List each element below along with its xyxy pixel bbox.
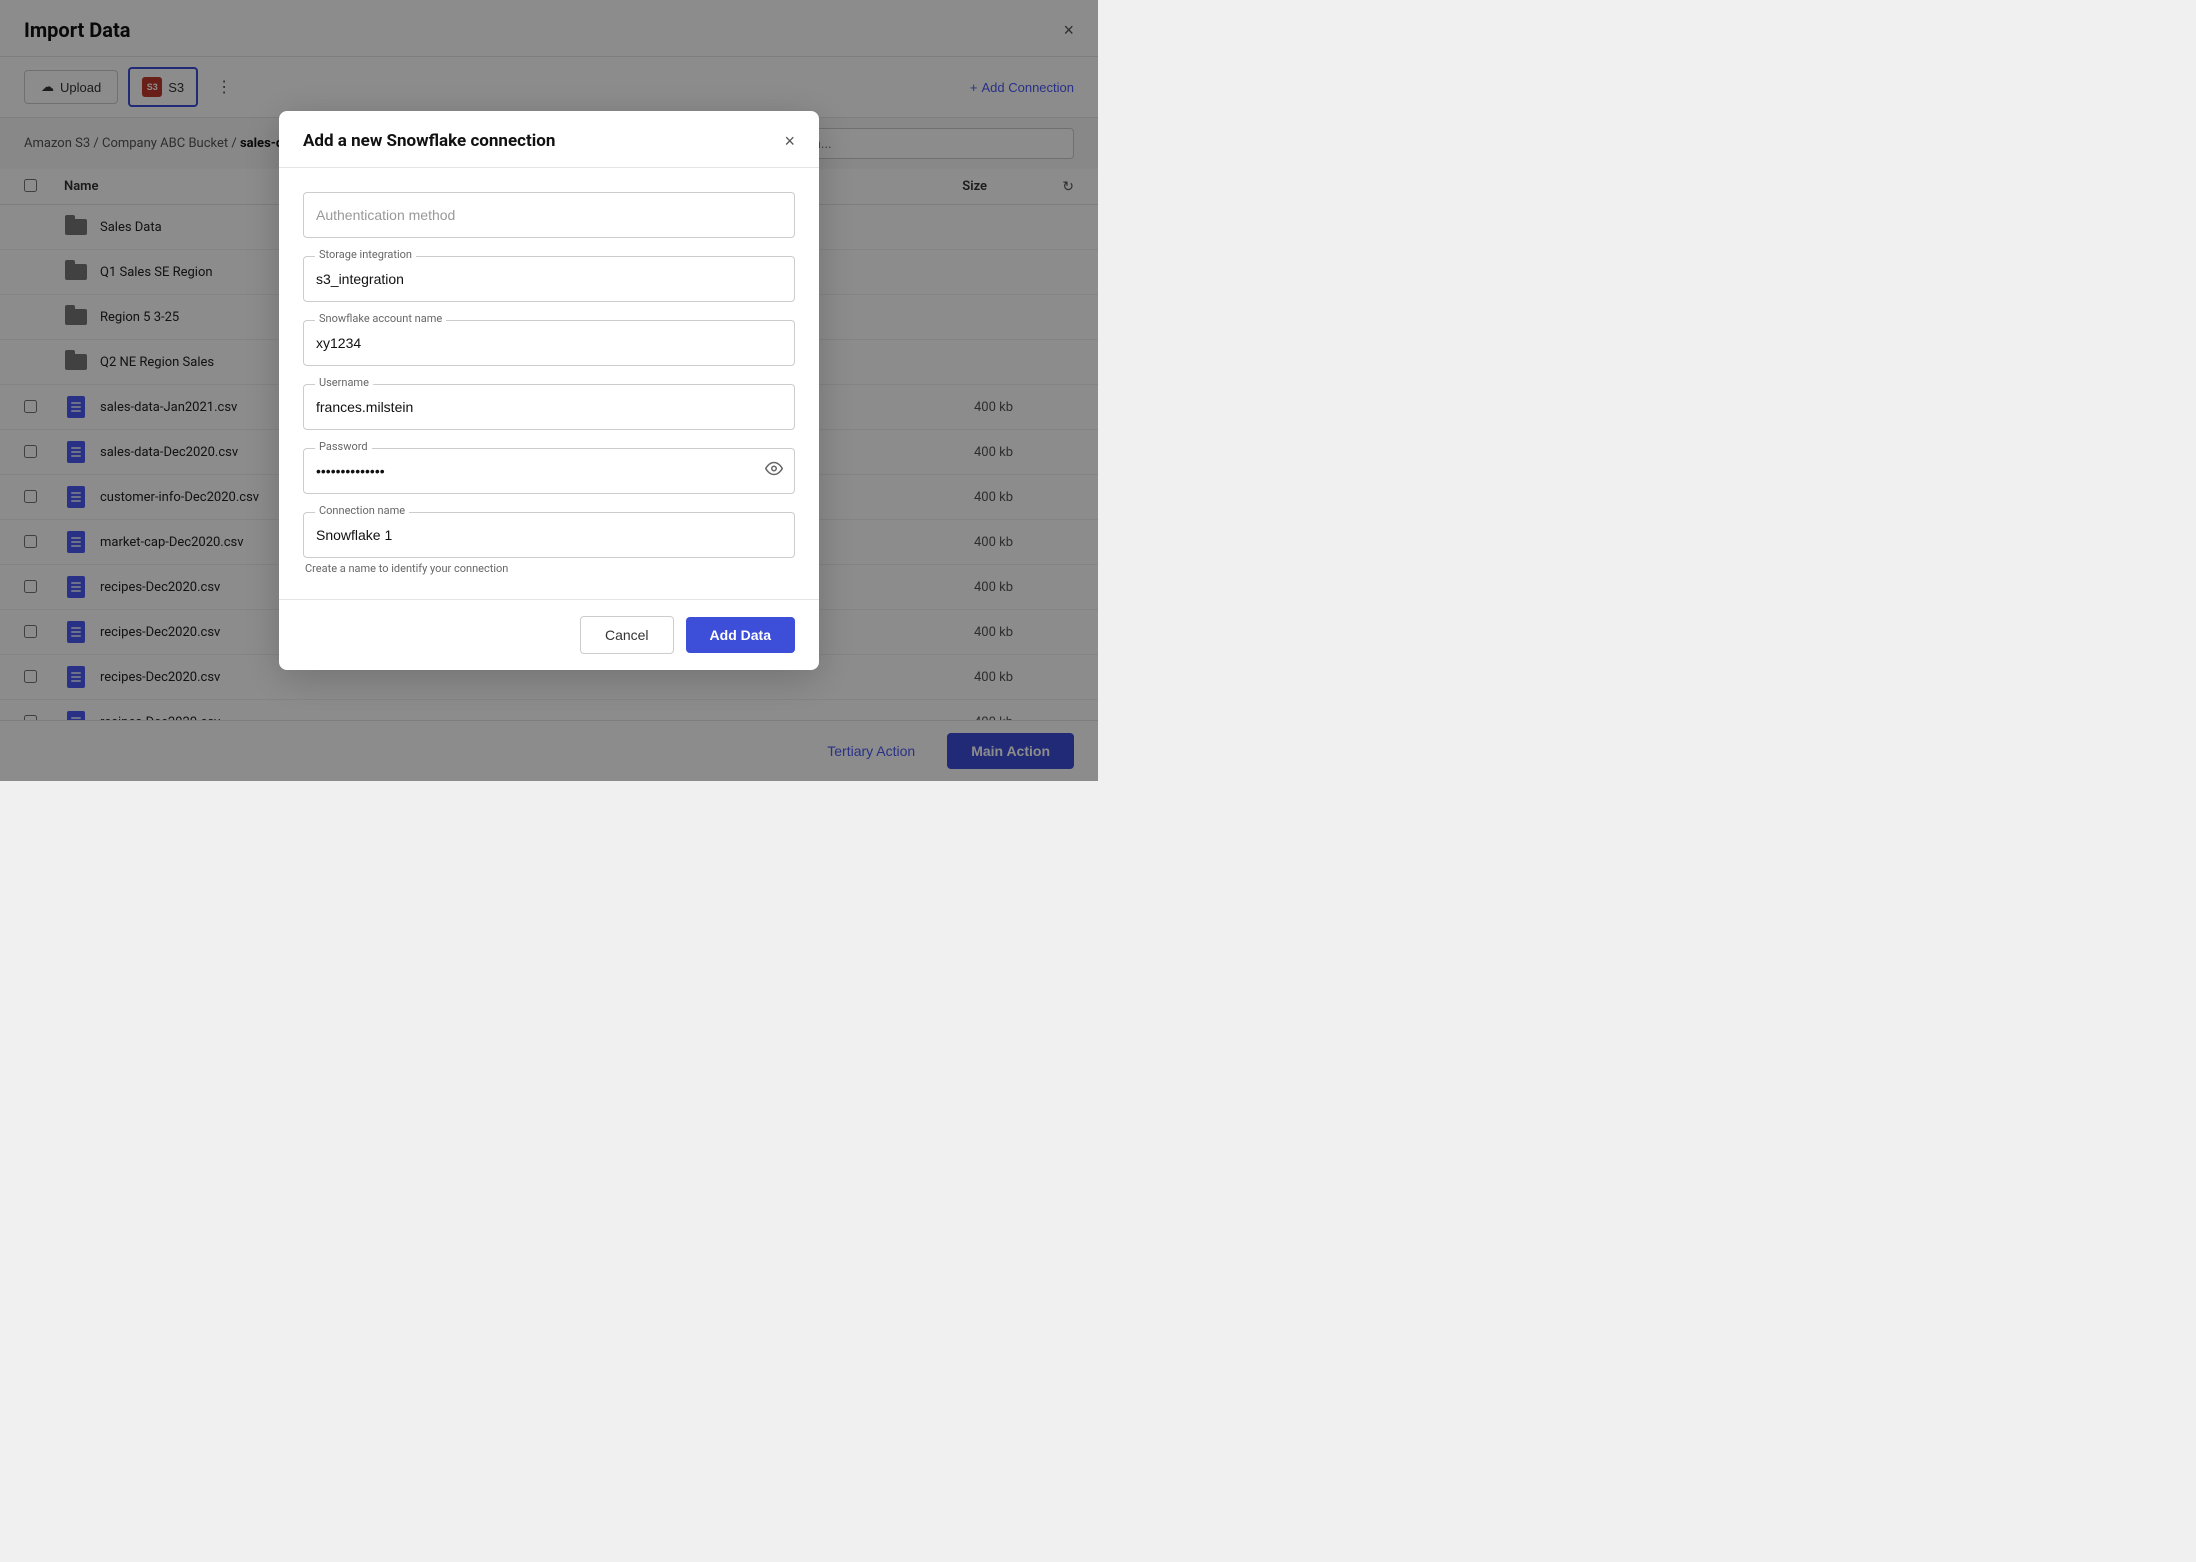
eye-icon bbox=[765, 460, 783, 478]
modal-title: Add a new Snowflake connection bbox=[303, 131, 555, 151]
username-input[interactable] bbox=[303, 384, 795, 430]
password-input[interactable] bbox=[303, 448, 795, 494]
storage-integration-label: Storage integration bbox=[315, 248, 416, 261]
username-field: Username bbox=[303, 384, 795, 430]
password-label: Password bbox=[315, 440, 372, 453]
auth-method-field: Authentication method Username/Password … bbox=[303, 192, 795, 238]
password-field: Password bbox=[303, 448, 795, 494]
connection-name-input[interactable] bbox=[303, 512, 795, 558]
account-name-input[interactable] bbox=[303, 320, 795, 366]
modal-footer: Cancel Add Data bbox=[279, 599, 819, 670]
add-data-button[interactable]: Add Data bbox=[686, 617, 795, 653]
account-name-field: Snowflake account name bbox=[303, 320, 795, 366]
modal-body: Authentication method Username/Password … bbox=[279, 168, 819, 599]
connection-name-hint: Create a name to identify your connectio… bbox=[303, 562, 795, 575]
auth-method-select[interactable]: Authentication method Username/Password … bbox=[303, 192, 795, 238]
modal-dialog: Add a new Snowflake connection × Authent… bbox=[279, 111, 819, 670]
password-wrapper bbox=[303, 448, 795, 494]
password-toggle-button[interactable] bbox=[765, 460, 783, 483]
modal-overlay: Add a new Snowflake connection × Authent… bbox=[0, 0, 1098, 781]
modal-header: Add a new Snowflake connection × bbox=[279, 111, 819, 168]
modal-close-button[interactable]: × bbox=[784, 132, 795, 150]
connection-name-field: Connection name Create a name to identif… bbox=[303, 512, 795, 575]
storage-integration-input[interactable] bbox=[303, 256, 795, 302]
connection-name-label: Connection name bbox=[315, 504, 409, 517]
storage-integration-field: Storage integration bbox=[303, 256, 795, 302]
app-window: Import Data × ☁ Upload S3 S3 ⋮ + Add Con… bbox=[0, 0, 1098, 781]
cancel-button[interactable]: Cancel bbox=[580, 616, 674, 654]
username-label: Username bbox=[315, 376, 373, 389]
account-name-label: Snowflake account name bbox=[315, 312, 446, 325]
